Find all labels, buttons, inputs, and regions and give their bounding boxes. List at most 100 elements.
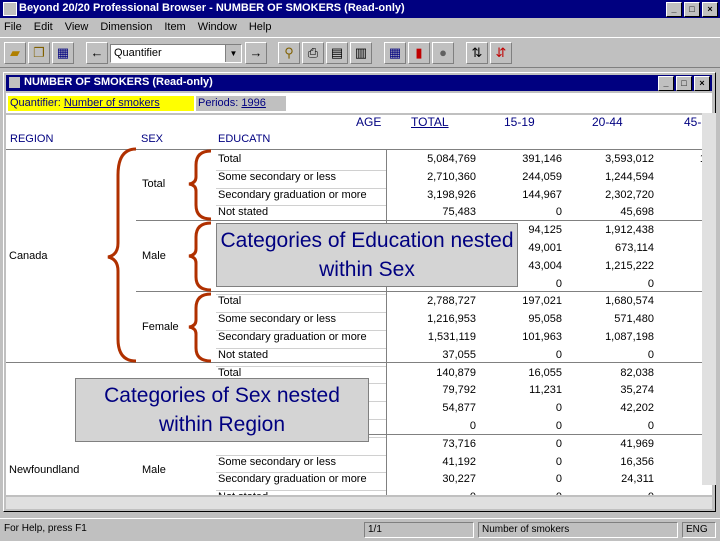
menu-window[interactable]: Window xyxy=(198,18,237,36)
periods-field[interactable]: Periods: 1996 xyxy=(196,96,286,111)
table-cell[interactable]: 37,055 xyxy=(396,349,476,361)
table-cell[interactable]: 2,302,720 xyxy=(574,189,654,201)
globe-icon[interactable]: ● xyxy=(432,42,454,64)
print-icon[interactable]: ⎙ xyxy=(302,42,324,64)
table-cell[interactable]: 0 xyxy=(482,402,562,414)
maximize-button[interactable]: □ xyxy=(684,2,700,17)
menu-edit[interactable]: Edit xyxy=(34,18,53,36)
table-cell[interactable]: 0 xyxy=(574,278,654,290)
table-cell[interactable]: 571,480 xyxy=(574,313,654,325)
minimize-button[interactable]: _ xyxy=(666,2,682,17)
table-cell[interactable]: 24,311 xyxy=(574,473,654,485)
table-cell[interactable]: 0 xyxy=(574,420,654,432)
menu-view[interactable]: View xyxy=(65,18,89,36)
quantifier-field[interactable]: Quantifier: Number of smokers xyxy=(8,96,194,111)
table-cell[interactable]: 16,055 xyxy=(482,367,562,379)
table-cell[interactable]: 391,146 xyxy=(482,153,562,165)
table-cell[interactable]: 1,215,222 xyxy=(574,260,654,272)
table-icon[interactable]: ▦ xyxy=(52,42,74,64)
open-icon[interactable]: ▰ xyxy=(4,42,26,64)
quantifier-combo[interactable]: Quantifier ▼ xyxy=(110,44,242,63)
education-label[interactable]: Total xyxy=(218,153,241,165)
education-label[interactable]: Total xyxy=(218,295,241,307)
doc-close-button[interactable]: × xyxy=(694,76,710,91)
table-cell[interactable]: 1 xyxy=(626,153,706,165)
table-cell[interactable]: 11,231 xyxy=(482,384,562,396)
table-cell[interactable]: 82,038 xyxy=(574,367,654,379)
sort2-icon[interactable]: ⇵ xyxy=(490,42,512,64)
table-cell[interactable]: 1,087,198 xyxy=(574,331,654,343)
table-cell[interactable]: 5,084,769 xyxy=(396,153,476,165)
education-label[interactable]: Total xyxy=(218,367,241,379)
education-label[interactable]: Not stated xyxy=(218,491,268,495)
education-label[interactable]: Secondary graduation or more xyxy=(218,331,367,343)
chart-bar-icon[interactable]: ▦ xyxy=(384,42,406,64)
horizontal-scrollbar[interactable] xyxy=(6,497,712,509)
table-cell[interactable]: 0 xyxy=(574,491,654,495)
table-cell[interactable]: 54,877 xyxy=(396,402,476,414)
table-cell[interactable]: 0 xyxy=(574,349,654,361)
quantifier-value[interactable]: Number of smokers xyxy=(64,97,160,109)
education-label[interactable]: Some secondary or less xyxy=(218,171,336,183)
table-cell[interactable]: 101,963 xyxy=(482,331,562,343)
menu-item[interactable]: Item xyxy=(164,18,185,36)
table-cell[interactable]: 0 xyxy=(482,456,562,468)
menu-dimension[interactable]: Dimension xyxy=(100,18,152,36)
table-cell[interactable]: 75,483 xyxy=(396,206,476,218)
education-label[interactable]: Secondary graduation or more xyxy=(218,473,367,485)
table-cell[interactable]: 0 xyxy=(482,349,562,361)
table-cell[interactable]: 1,216,953 xyxy=(396,313,476,325)
table-cell[interactable]: 2,788,727 xyxy=(396,295,476,307)
table-cell[interactable]: 0 xyxy=(482,438,562,450)
table-cell[interactable]: 79,792 xyxy=(396,384,476,396)
periods-value[interactable]: 1996 xyxy=(241,97,265,109)
table-cell[interactable]: 42,202 xyxy=(574,402,654,414)
education-label[interactable]: Not stated xyxy=(218,206,268,218)
education-label[interactable]: Secondary graduation or more xyxy=(218,189,367,201)
doc-maximize-button[interactable]: □ xyxy=(676,76,692,91)
table-cell[interactable]: 3,198,926 xyxy=(396,189,476,201)
table-cell[interactable]: 140,879 xyxy=(396,367,476,379)
table-cell[interactable]: 0 xyxy=(482,420,562,432)
table-cell[interactable]: 41,192 xyxy=(396,456,476,468)
copy-icon[interactable]: ❐ xyxy=(28,42,50,64)
table-cell[interactable]: 673,114 xyxy=(574,242,654,254)
table-cell[interactable]: 244,059 xyxy=(482,171,562,183)
chart-pie-icon[interactable]: ▮ xyxy=(408,42,430,64)
table-cell[interactable]: 1,531,119 xyxy=(396,331,476,343)
close-button[interactable]: × xyxy=(702,2,718,17)
table-cell[interactable]: 144,967 xyxy=(482,189,562,201)
menu-help[interactable]: Help xyxy=(249,18,272,36)
document-icon xyxy=(9,77,20,88)
link-icon[interactable]: ⚲ xyxy=(278,42,300,64)
arrow-left-icon[interactable]: ← xyxy=(86,42,108,64)
sort-icon[interactable]: ⇅ xyxy=(466,42,488,64)
table-cell[interactable]: 0 xyxy=(396,491,476,495)
grid2-icon[interactable]: ▥ xyxy=(350,42,372,64)
table-cell[interactable]: 0 xyxy=(482,473,562,485)
arrow-right-icon[interactable]: → xyxy=(245,42,267,64)
education-label[interactable]: Some secondary or less xyxy=(218,313,336,325)
table-cell[interactable]: 0 xyxy=(396,420,476,432)
table-cell[interactable]: 45,698 xyxy=(574,206,654,218)
doc-minimize-button[interactable]: _ xyxy=(658,76,674,91)
table-cell[interactable]: 2,710,360 xyxy=(396,171,476,183)
table-cell[interactable]: 30,227 xyxy=(396,473,476,485)
table-cell[interactable]: 35,274 xyxy=(574,384,654,396)
education-label[interactable]: Not stated xyxy=(218,349,268,361)
table-cell[interactable]: 1,244,594 xyxy=(574,171,654,183)
table-cell[interactable]: 16,356 xyxy=(574,456,654,468)
table-cell[interactable]: 197,021 xyxy=(482,295,562,307)
table-cell[interactable]: 95,058 xyxy=(482,313,562,325)
table-cell[interactable]: 41,969 xyxy=(574,438,654,450)
table-cell[interactable]: 1,912,438 xyxy=(574,224,654,236)
vertical-scrollbar[interactable] xyxy=(702,113,716,485)
table-cell[interactable]: 0 xyxy=(482,491,562,495)
education-label[interactable]: Some secondary or less xyxy=(218,456,336,468)
table-cell[interactable]: 1,680,574 xyxy=(574,295,654,307)
menu-file[interactable]: File xyxy=(4,18,22,36)
chevron-down-icon[interactable]: ▼ xyxy=(225,45,241,62)
grid-icon[interactable]: ▤ xyxy=(326,42,348,64)
table-cell[interactable]: 73,716 xyxy=(396,438,476,450)
table-cell[interactable]: 0 xyxy=(482,206,562,218)
